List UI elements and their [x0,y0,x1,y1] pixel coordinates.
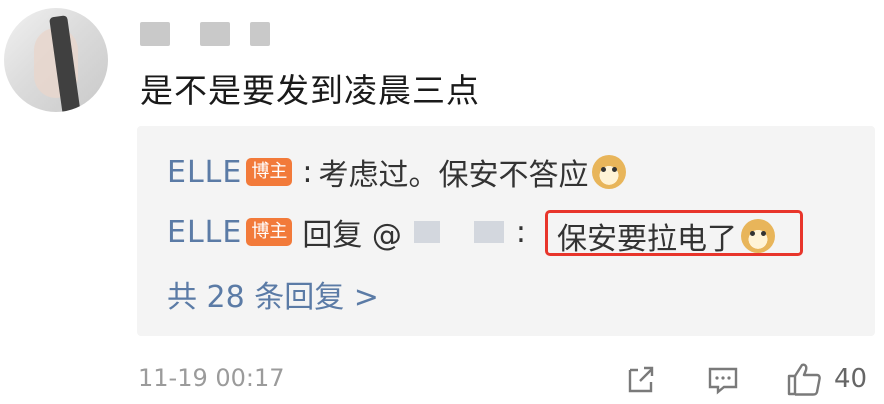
timestamp: 11-19 00:17 [138,364,285,392]
share-icon [628,366,654,393]
comment-icon [708,367,738,395]
reply-username[interactable]: ELLE [167,215,242,250]
username-redacted[interactable] [200,22,230,46]
view-all-replies-link[interactable]: 共 28 条回复 > [167,272,379,316]
reply-item: ELLE 博主 : 考虑过。保安不答应 [167,150,627,194]
comment-button[interactable] [704,360,742,398]
highlighted-reply: 保安要拉电了 [557,214,775,258]
doge-emoji-icon [741,219,775,253]
doge-emoji-icon [592,155,627,189]
reply-separator: : [302,154,313,190]
mention-redacted[interactable] [413,221,440,243]
share-button[interactable] [622,360,660,398]
reply-text: 考虑过。保安不答应 [318,158,589,193]
thumbs-up-icon [787,363,821,396]
comment-text: 是不是要发到凌晨三点 [140,71,480,110]
reply-text: 保安要拉电了 [557,222,737,257]
reply-separator: : [515,214,526,250]
reply-item: ELLE 博主 回复 @ : [167,210,526,254]
username-redacted[interactable] [250,22,270,46]
like-button[interactable]: 40 [784,360,867,398]
reply-prefix: 回复 @ [302,218,402,253]
avatar[interactable] [4,8,108,112]
username-redacted[interactable] [140,22,170,46]
reply-username[interactable]: ELLE [167,155,242,190]
mention-redacted[interactable] [473,221,504,243]
like-count: 40 [834,364,868,394]
reply-box: ELLE 博主 : 考虑过。保安不答应 ELLE 博主 回复 @ : 保安要拉电… [137,126,875,336]
blogger-badge: 博主 [246,218,293,246]
blogger-badge: 博主 [246,158,293,186]
